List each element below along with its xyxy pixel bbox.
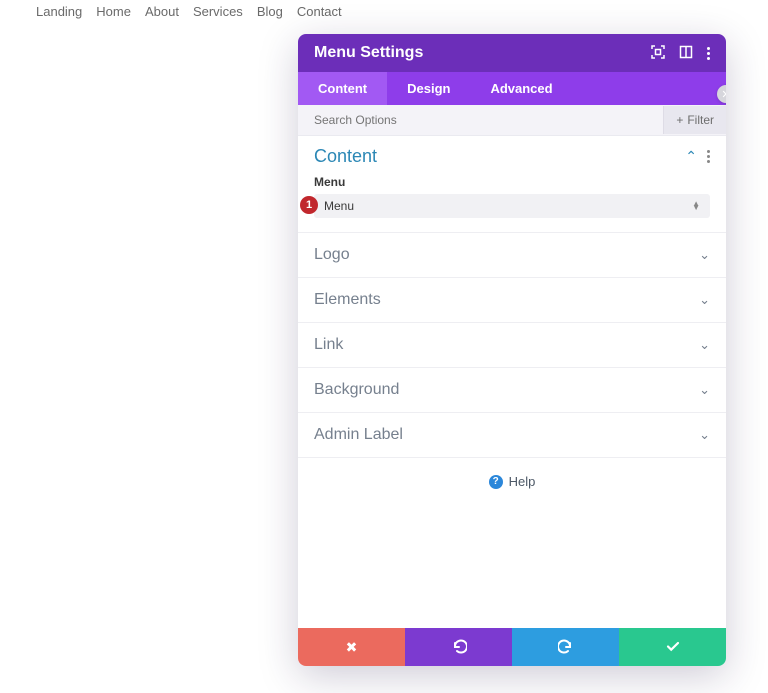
tabs: Content Design Advanced [298, 72, 726, 105]
modal-header-actions [651, 45, 710, 62]
section-row-title: Logo [314, 246, 350, 264]
menu-select-wrap: 1 Menu ▲▼ [314, 194, 710, 218]
nav-item[interactable]: Landing [36, 4, 82, 19]
nav-item[interactable]: About [145, 4, 179, 19]
section-row-title: Elements [314, 291, 381, 309]
chevron-down-icon: ⌄ [699, 292, 710, 308]
section-link[interactable]: Link ⌄ [298, 323, 726, 368]
sort-icon: ▲▼ [692, 202, 700, 210]
modal-body: Content ⌃ Menu 1 Menu ▲▼ Logo ⌄ Elements… [298, 136, 726, 628]
chevron-down-icon: ⌄ [699, 247, 710, 263]
section-content: Content ⌃ Menu 1 Menu ▲▼ [298, 136, 726, 233]
section-row-title: Background [314, 381, 399, 399]
section-logo[interactable]: Logo ⌄ [298, 233, 726, 278]
undo-button[interactable] [405, 628, 512, 666]
chevron-down-icon: ⌄ [699, 382, 710, 398]
chevron-up-icon[interactable]: ⌃ [685, 148, 697, 165]
nav-item[interactable]: Contact [297, 4, 342, 19]
kebab-icon[interactable] [707, 150, 710, 163]
cancel-button[interactable]: ✖ [298, 628, 405, 666]
tab-advanced[interactable]: Advanced [470, 72, 572, 105]
check-icon [665, 638, 681, 657]
modal-header: Menu Settings [298, 34, 726, 72]
select-value: Menu [324, 199, 354, 213]
section-background[interactable]: Background ⌄ [298, 368, 726, 413]
filter-label: Filter [687, 113, 714, 127]
kebab-icon[interactable] [707, 47, 710, 60]
section-admin-label[interactable]: Admin Label ⌄ [298, 413, 726, 458]
redo-button[interactable] [512, 628, 619, 666]
search-input[interactable] [298, 105, 663, 135]
undo-icon [451, 638, 467, 657]
field-label-menu: Menu [314, 175, 710, 189]
nav-item[interactable]: Blog [257, 4, 283, 19]
settings-modal: ✕ Menu Settings Content Design Advanced … [298, 34, 726, 666]
section-title: Content [314, 146, 377, 167]
section-elements[interactable]: Elements ⌄ [298, 278, 726, 323]
plus-icon: + [676, 113, 683, 127]
chevron-down-icon: ⌄ [699, 337, 710, 353]
section-header[interactable]: Content ⌃ [314, 146, 710, 167]
save-button[interactable] [619, 628, 726, 666]
filter-button[interactable]: + Filter [663, 106, 726, 134]
modal-footer: ✖ [298, 628, 726, 666]
nav-item[interactable]: Services [193, 4, 243, 19]
section-row-title: Link [314, 336, 343, 354]
help-label: Help [509, 474, 536, 489]
expand-icon[interactable] [651, 45, 665, 62]
nav-item[interactable]: Home [96, 4, 131, 19]
menu-select[interactable]: Menu ▲▼ [314, 194, 710, 218]
tab-design[interactable]: Design [387, 72, 470, 105]
tab-content[interactable]: Content [298, 72, 387, 105]
help-icon: ? [489, 475, 503, 489]
redo-icon [558, 638, 574, 657]
close-icon: ✖ [346, 639, 358, 656]
columns-icon[interactable] [679, 45, 693, 62]
section-header-actions: ⌃ [685, 148, 710, 165]
page-nav: Landing Home About Services Blog Contact [0, 0, 768, 23]
chevron-down-icon: ⌄ [699, 427, 710, 443]
annotation-badge-1: 1 [300, 196, 318, 214]
modal-title: Menu Settings [314, 44, 423, 62]
help-row[interactable]: ? Help [298, 458, 726, 505]
search-row: + Filter [298, 105, 726, 136]
section-row-title: Admin Label [314, 426, 403, 444]
